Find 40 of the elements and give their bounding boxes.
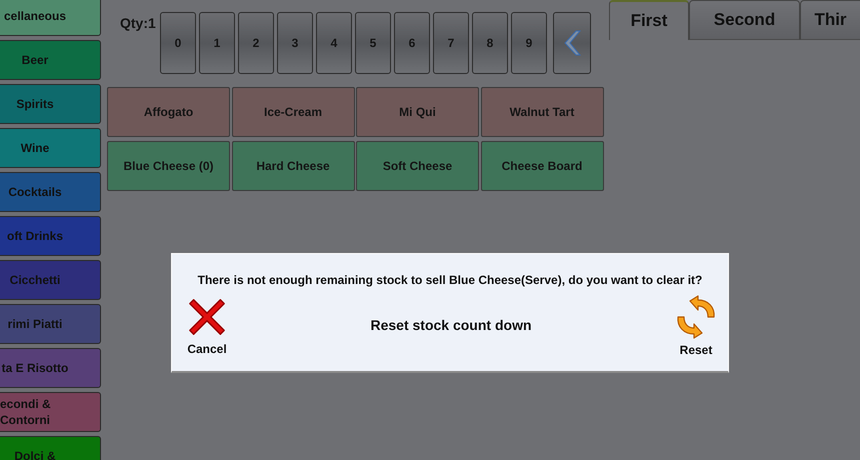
category-button[interactable]: oft Drinks	[0, 216, 101, 256]
close-icon	[186, 296, 228, 338]
category-button[interactable]: rimi Piatti	[0, 304, 101, 344]
menu-item-button[interactable]: Cheese Board	[480, 141, 604, 191]
number-key[interactable]: 4	[316, 12, 352, 74]
reset-button[interactable]: Reset	[674, 295, 718, 357]
menu-item-button[interactable]: Soft Cheese	[356, 141, 479, 191]
tab[interactable]: Thir	[800, 0, 860, 40]
backspace-key[interactable]	[553, 12, 591, 74]
dialog-message: There is not enough remaining stock to sell Blue Cheese(Serve), do you want to clear it?	[196, 273, 704, 287]
tab[interactable]: Second	[689, 0, 800, 40]
menu-item-button[interactable]: Walnut Tart	[480, 87, 604, 137]
number-key[interactable]: 7	[433, 12, 469, 74]
chevron-left-icon	[562, 30, 582, 56]
menu-item-button[interactable]: Blue Cheese (0)	[107, 141, 230, 191]
dialog-title: Reset stock count down	[370, 316, 532, 332]
category-button[interactable]: Cocktails	[0, 172, 101, 212]
menu-item-button[interactable]: Mi Qui	[356, 87, 479, 137]
number-key[interactable]: 5	[355, 12, 391, 74]
number-key[interactable]: 8	[472, 12, 508, 74]
category-button[interactable]: Wine	[0, 128, 101, 168]
cancel-button[interactable]: Cancel	[186, 296, 228, 356]
number-key[interactable]: 2	[238, 12, 274, 74]
quantity-label: Qty:1	[120, 15, 157, 31]
category-button[interactable]: cellaneous	[0, 0, 101, 36]
number-key[interactable]: 9	[511, 12, 547, 74]
number-key[interactable]: 6	[394, 12, 430, 74]
category-button[interactable]: econdi & Contorni	[0, 392, 101, 432]
menu-item-button[interactable]: Affogato	[107, 87, 230, 137]
category-button[interactable]: Spirits	[0, 84, 101, 124]
category-button[interactable]: Dolci &	[0, 436, 101, 460]
number-key[interactable]: 0	[160, 12, 196, 74]
category-button[interactable]: Beer	[0, 40, 101, 80]
tab[interactable]: First	[609, 0, 689, 40]
number-key[interactable]: 1	[199, 12, 235, 74]
menu-item-button[interactable]: Hard Cheese	[232, 141, 354, 191]
category-button[interactable]: Cicchetti	[0, 260, 101, 300]
number-key[interactable]: 3	[277, 12, 313, 74]
menu-item-button[interactable]: Ice-Cream	[232, 87, 354, 137]
category-button[interactable]: ta E Risotto	[0, 348, 101, 388]
